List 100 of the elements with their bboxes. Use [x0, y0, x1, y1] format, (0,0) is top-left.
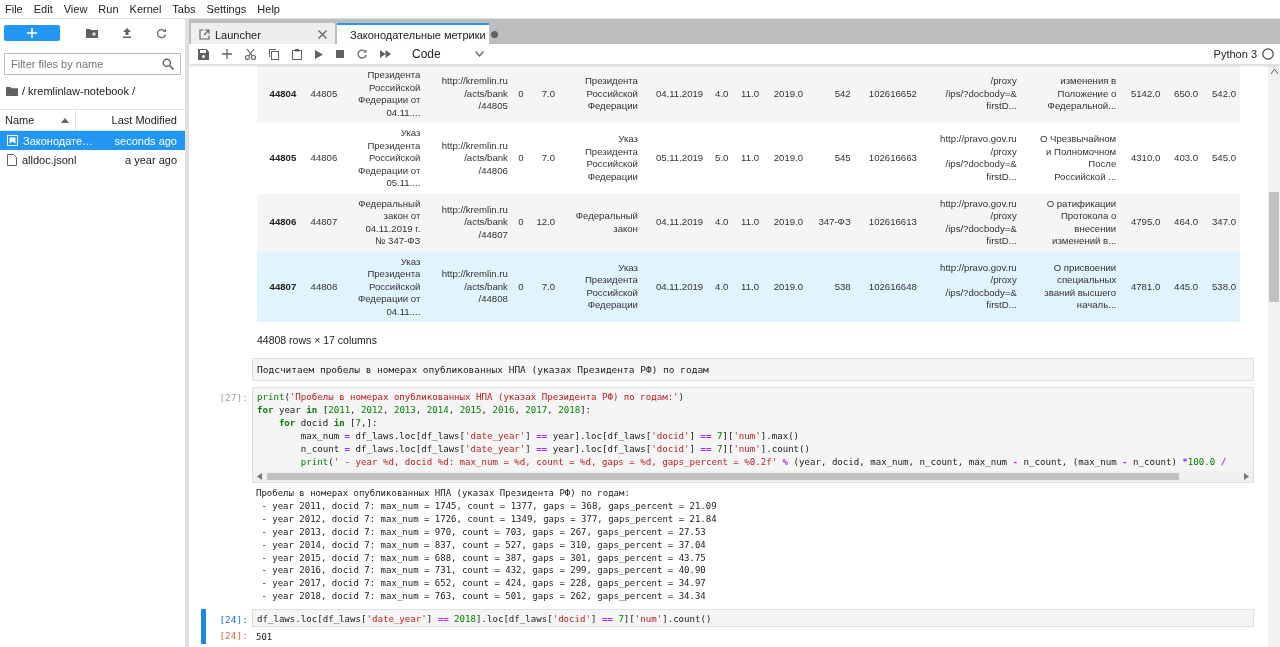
table-cell: http://pravo.gov.ru /proxy /ips/?docbody=& firstD... — [920, 123, 1021, 194]
paste-icon[interactable] — [292, 48, 302, 60]
code-editor[interactable]: df_laws.loc[df_laws['date_year'] == 2018].loc[df_laws['docid'] == 7]['num'].count() — [252, 609, 1254, 628]
table-cell: 403.0 — [1164, 123, 1203, 194]
table-cell: 44806 — [300, 123, 342, 194]
notebook-file-icon — [7, 135, 18, 146]
row-index-cell: 44807 — [257, 251, 301, 322]
copy-icon[interactable] — [269, 48, 279, 60]
plus-icon — [27, 28, 37, 38]
menu-item[interactable]: Help — [254, 3, 288, 15]
output-line: - year 2011, docid 7: max_num = 1745, count = 1377, gaps = 368, gaps_percent = 21.09 — [260, 499, 718, 513]
table-cell: 0 — [511, 123, 528, 194]
table-cell: 4.0 — [707, 65, 733, 123]
table-cell: 7.0 — [527, 65, 560, 123]
table-cell: 11.0 — [732, 65, 764, 123]
folder-icon — [6, 86, 18, 96]
code-line: print(' - year %d, docid %d: max_num = %d, count = %d, gaps = %d, gaps_percent = %0.2f' % (year, docid, max_num, n_count, max_num - n_count, (max_num - n_count) *100.0 / — [299, 456, 1228, 469]
table-cell: http://kremlin.ru /acts/bank /44807 — [424, 193, 512, 252]
new-folder-icon[interactable] — [86, 28, 98, 38]
file-modified-time: a year ago — [125, 153, 177, 166]
breadcrumb-path[interactable]: / kremlinlaw-notebook / — [22, 85, 136, 97]
table-cell: 102616648 — [854, 251, 921, 322]
output-line: - year 2013, docid 7: max_num = 970, count = 703, gaps = 267, gaps_percent = 27.53 — [260, 525, 707, 539]
table-cell: изменения в Положение о Федеральной... — [1020, 65, 1121, 123]
file-name: alldoc.jsonl — [22, 153, 78, 166]
table-cell: 4310.0 — [1120, 123, 1165, 194]
table-cell: http://pravo.gov.ru /proxy /ips/?docbody=& firstD... — [920, 251, 1021, 322]
output-line: - year 2015, docid 7: max_num = 688, count = 387, gaps = 301, gaps_percent = 43.75 — [260, 551, 707, 565]
name-column-header[interactable]: Name — [0, 114, 61, 126]
code-line: max_num = df_laws.loc[df_laws['date_year'] == year].loc[df_laws['docid'] == 7]['num'].max() — [299, 430, 801, 443]
table-cell: Президента Российской Федерации — [559, 65, 642, 123]
dataframe-shape-text: 44808 rows × 17 columns — [257, 333, 378, 348]
restart-icon[interactable] — [357, 49, 367, 59]
table-cell: Президента Российской Федерации от 04.11.... — [341, 65, 425, 123]
table-cell: 650.0 — [1164, 65, 1203, 123]
menu-item[interactable]: Settings — [203, 3, 255, 15]
table-cell: Федеральный закон — [559, 193, 642, 252]
file-icon — [7, 153, 17, 166]
table-cell: 347-ФЗ — [807, 193, 855, 252]
table-cell: 04.11.2019 — [641, 251, 708, 322]
table-cell: 2019.0 — [763, 123, 808, 194]
menu-item[interactable]: Run — [95, 3, 127, 15]
code-line: n_count = df_laws.loc[df_laws['date_year'] == year].loc[df_laws['docid'] == 7]['num'].count() — [299, 443, 812, 456]
filter-field[interactable]: Filter files by name — [4, 53, 181, 75]
menu-item[interactable]: File — [2, 3, 31, 15]
close-icon[interactable] — [318, 30, 327, 39]
scroll-right-icon[interactable] — [1243, 473, 1249, 480]
document-tab[interactable]: Launcher — [191, 23, 335, 44]
table-cell: 0 — [511, 251, 528, 322]
table-cell: 11.0 — [732, 123, 764, 194]
horizontal-scrollbar[interactable] — [253, 471, 1253, 482]
table-cell: 4.0 — [707, 193, 733, 252]
table-cell: 445.0 — [1164, 251, 1203, 322]
fast-forward-icon[interactable] — [380, 50, 391, 58]
scroll-thumb[interactable] — [267, 473, 1179, 480]
table-cell: 4.0 — [707, 251, 733, 322]
run-icon[interactable] — [315, 49, 323, 59]
table-cell: О ратификации Протокола о внесении изменений в... — [1020, 193, 1121, 252]
menu-item[interactable]: Tabs — [169, 3, 204, 15]
output-line: - year 2014, docid 7: max_num = 837, count = 527, gaps = 310, gaps_percent = 37.04 — [260, 538, 707, 552]
scroll-up-icon[interactable] — [1270, 69, 1278, 74]
menu-item[interactable]: Edit — [30, 3, 61, 15]
table-cell: 04.11.2019 — [641, 65, 708, 123]
unsaved-dot-icon — [490, 31, 498, 38]
scroll-left-icon[interactable] — [257, 473, 263, 480]
table-cell: Федеральный закон от 04.11.2019 г. № 347-ФЗ — [341, 193, 425, 252]
markdown-cell-editor[interactable]: Подсчитаем пробелы в номерах опубликованных НПА (указах Президента РФ) по годам — [252, 358, 1254, 381]
cell-type-dropdown[interactable]: Code — [408, 47, 488, 61]
menu-item[interactable]: Kernel — [126, 3, 170, 15]
kernel-status-icon — [1262, 48, 1274, 60]
row-index-cell: 44804 — [257, 65, 301, 123]
table-cell: Указ Президента Российской Федерации от 05.11.... — [341, 123, 425, 194]
table-cell: О Чрезвычайном и Полномочном После Российской ... — [1020, 123, 1121, 194]
active-cell-bar[interactable] — [201, 609, 206, 645]
menu-item[interactable]: View — [60, 3, 96, 15]
file-browser-row[interactable]: alldoc.jsonl a year ago — [0, 150, 185, 169]
row-index-cell: 44806 — [257, 193, 301, 252]
scroll-thumb[interactable] — [1269, 192, 1279, 302]
code-line: df_laws.loc[df_laws['date_year'] == 2018].loc[df_laws['docid'] == 7]['num'].count() — [257, 613, 713, 627]
input-prompt: [27]: — [218, 391, 249, 405]
save-icon[interactable] — [198, 48, 209, 60]
kernel-name[interactable]: Python 3 — [1213, 48, 1257, 60]
table-cell: 5142.0 — [1120, 65, 1165, 123]
table-cell: 464.0 — [1164, 193, 1203, 252]
cut-icon[interactable] — [245, 48, 256, 60]
search-icon — [162, 58, 174, 70]
vertical-scrollbar[interactable] — [1268, 65, 1280, 647]
table-cell: 11.0 — [732, 251, 764, 322]
table-cell: 4795.0 — [1120, 193, 1165, 252]
add-cell-icon[interactable] — [222, 49, 232, 59]
upload-icon[interactable] — [122, 28, 132, 38]
code-editor[interactable] — [252, 387, 1254, 483]
last-modified-column-header[interactable]: Last Modified — [75, 110, 185, 130]
table-cell: 2019.0 — [763, 65, 808, 123]
table-cell: 44807 — [300, 193, 342, 252]
input-prompt: [24]: — [218, 613, 249, 628]
table-cell: 7.0 — [527, 251, 560, 322]
table-cell: 545.0 — [1202, 123, 1240, 194]
new-launcher-button[interactable] — [4, 25, 60, 41]
refresh-icon[interactable] — [156, 27, 167, 39]
